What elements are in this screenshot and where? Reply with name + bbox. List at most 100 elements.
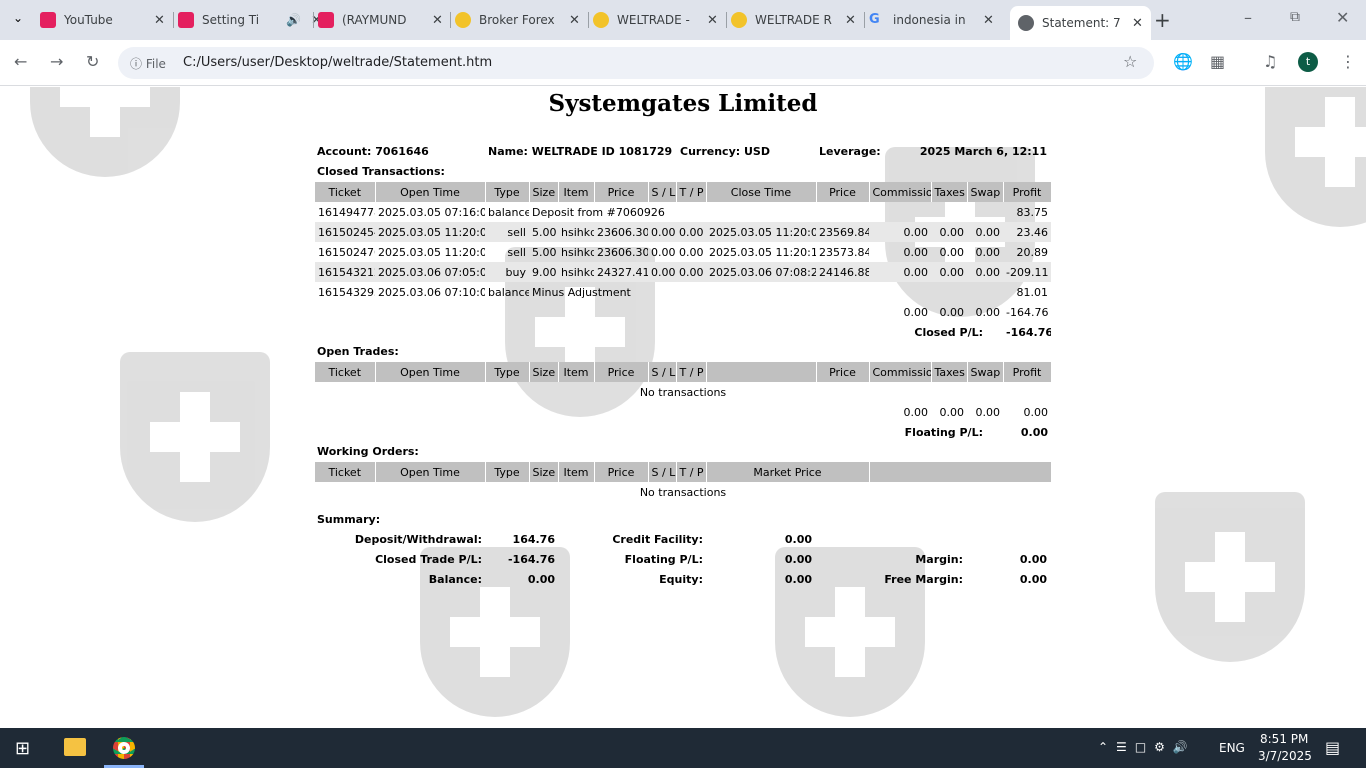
type: balance <box>488 205 529 219</box>
extensions-icon[interactable]: ▦ <box>1210 52 1225 71</box>
close-tab-icon[interactable]: ✕ <box>845 13 856 28</box>
summary-equity-label: Equity: <box>659 573 703 586</box>
report-date: 2025 March 6, 12:11 <box>919 145 1047 158</box>
weltrade-icon <box>731 12 747 28</box>
audio-icon[interactable]: 🔊 <box>286 13 301 27</box>
column-header: Profit <box>1003 182 1052 202</box>
column-header: Price <box>594 182 649 202</box>
close-tab-icon[interactable]: ✕ <box>983 13 994 28</box>
back-button[interactable]: ← <box>14 52 27 71</box>
chrome-icon[interactable] <box>113 737 135 759</box>
cell: 2025.03.05 11:20:00 <box>375 222 485 242</box>
tab-4[interactable]: WELTRADE - ✕ <box>593 8 718 32</box>
profile-avatar[interactable]: t <box>1298 52 1318 72</box>
cell: sell <box>507 245 526 259</box>
close-tab-icon[interactable]: ✕ <box>707 13 718 28</box>
media-control-icon[interactable]: ♫ <box>1263 52 1277 71</box>
bookmark-star-icon[interactable]: ☆ <box>1123 52 1137 71</box>
cell: 0.00 <box>676 262 706 282</box>
tab-title: indonesia in <box>893 13 966 27</box>
clock-date[interactable]: 3/7/2025 <box>1258 749 1312 763</box>
column-header: Item <box>558 182 595 202</box>
column-header: Type <box>485 182 530 202</box>
open-time: 2025.03.05 07:16:01 <box>378 205 485 219</box>
restore-button[interactable]: ⧉ <box>1290 9 1300 25</box>
watermark-shield-icon <box>120 352 270 522</box>
close-tab-icon[interactable]: ✕ <box>569 13 580 28</box>
file-explorer-icon[interactable] <box>64 738 86 756</box>
tab-1[interactable]: Setting Ti 🔊 ✕ <box>178 8 322 32</box>
forward-button[interactable]: → <box>50 52 63 71</box>
total-cell: -164.76 <box>1006 305 1049 319</box>
cell: 23573.84 <box>819 245 869 259</box>
column-header: Item <box>558 362 595 382</box>
tab-separator <box>864 12 865 28</box>
table-row: 161502454 2025.03.05 11:20:00 sell 5.00 hsih… <box>315 222 1051 242</box>
windows-start-icon[interactable]: ⊞ <box>15 738 30 759</box>
close-window-button[interactable]: ✕ <box>1336 8 1349 27</box>
close-tab-icon[interactable]: ✕ <box>432 13 443 28</box>
cell: 20.89 <box>1016 245 1049 259</box>
column-header: Ticket <box>315 362 376 382</box>
cell: -209.11 <box>1003 262 1051 282</box>
cell: 23606.30 <box>597 245 648 259</box>
column-header: Open Time <box>375 462 486 482</box>
cell: 2025.03.05 11:20:08 <box>706 222 816 242</box>
column-header: Taxes <box>931 362 968 382</box>
open-trades-heading: Open Trades: <box>317 345 399 358</box>
closed-transactions-table: Ticket Open Time Type Size Item Price S / LT /… <box>315 182 1052 342</box>
column-header: S / L <box>648 462 677 482</box>
summary-heading: Summary: <box>317 513 381 526</box>
tab-2[interactable]: (RAYMUND ✕ <box>318 8 443 32</box>
close-tab-icon[interactable]: ✕ <box>1132 16 1143 31</box>
currency: Currency: USD <box>680 145 770 158</box>
notifications-icon[interactable]: ▤ <box>1325 738 1340 757</box>
watermark-shield-icon <box>1155 492 1305 662</box>
cell: 0.00 <box>869 222 931 242</box>
ticket: 161494778 <box>318 205 375 219</box>
site-info-button[interactable]: ⓘ File <box>130 55 166 72</box>
new-tab-button[interactable]: + <box>1154 8 1171 32</box>
cell: 24327.41 <box>594 262 648 282</box>
cell: 0.00 <box>975 245 1001 259</box>
column-header: Price <box>594 362 649 382</box>
clock-time[interactable]: 8:51 PM <box>1260 732 1308 746</box>
tab-7[interactable]: Statement: 7 ✕ <box>1010 6 1151 40</box>
globe-icon[interactable]: 🌐 <box>1173 52 1193 71</box>
reload-button[interactable]: ↻ <box>86 52 99 71</box>
close-tab-icon[interactable]: ✕ <box>154 13 165 28</box>
menu-icon[interactable]: ⋮ <box>1340 52 1356 71</box>
column-header: T / P <box>676 362 707 382</box>
cell: 0.00 <box>967 222 1003 242</box>
system-tray-icons[interactable]: ⌃☰□⚙🔊 <box>1098 740 1196 754</box>
tab-5[interactable]: WELTRADE R ✕ <box>731 8 856 32</box>
summary-equity-value: 0.00 <box>784 573 812 586</box>
column-header: Commission <box>869 182 932 202</box>
account-number: Account: 7061646 <box>317 145 429 158</box>
tab-separator <box>450 12 451 28</box>
totals-row: 0.00 0.00 0.00 0.00 <box>315 402 1051 422</box>
language-indicator[interactable]: ENG <box>1219 741 1245 755</box>
cell: 5.00 <box>532 245 557 259</box>
leverage: Leverage: <box>819 145 881 158</box>
table-header: Ticket Open Time Type Size Item Price S / LT /… <box>315 462 1052 482</box>
minimize-button[interactable]: – <box>1244 8 1252 27</box>
no-transactions: No transactions <box>639 385 727 399</box>
closed-transactions-heading: Closed Transactions: <box>317 165 445 178</box>
tab-separator <box>588 12 589 28</box>
summary-floating-value: 0.00 <box>784 553 812 566</box>
google-icon: G <box>869 12 880 27</box>
tab-search-button[interactable]: ⌄ <box>13 11 23 25</box>
weltrade-icon <box>455 12 471 28</box>
tab-0[interactable]: YouTube ✕ <box>40 8 165 32</box>
tab-title: YouTube <box>64 13 113 27</box>
column-header: T / P <box>676 462 707 482</box>
summary-deposit-value: 164.76 <box>512 533 555 546</box>
floating-pl-label: Floating P/L: <box>904 425 983 439</box>
url-input[interactable]: C:/Users/user/Desktop/weltrade/Statement… <box>183 55 492 70</box>
tab-6[interactable]: Gindonesia in ✕ <box>869 8 994 32</box>
tab-3[interactable]: Broker Forex ✕ <box>455 8 580 32</box>
closed-pl-label: Closed P/L: <box>914 325 983 339</box>
cell: 0.00 <box>967 262 1003 282</box>
summary-balance-label: Balance: <box>428 573 482 586</box>
